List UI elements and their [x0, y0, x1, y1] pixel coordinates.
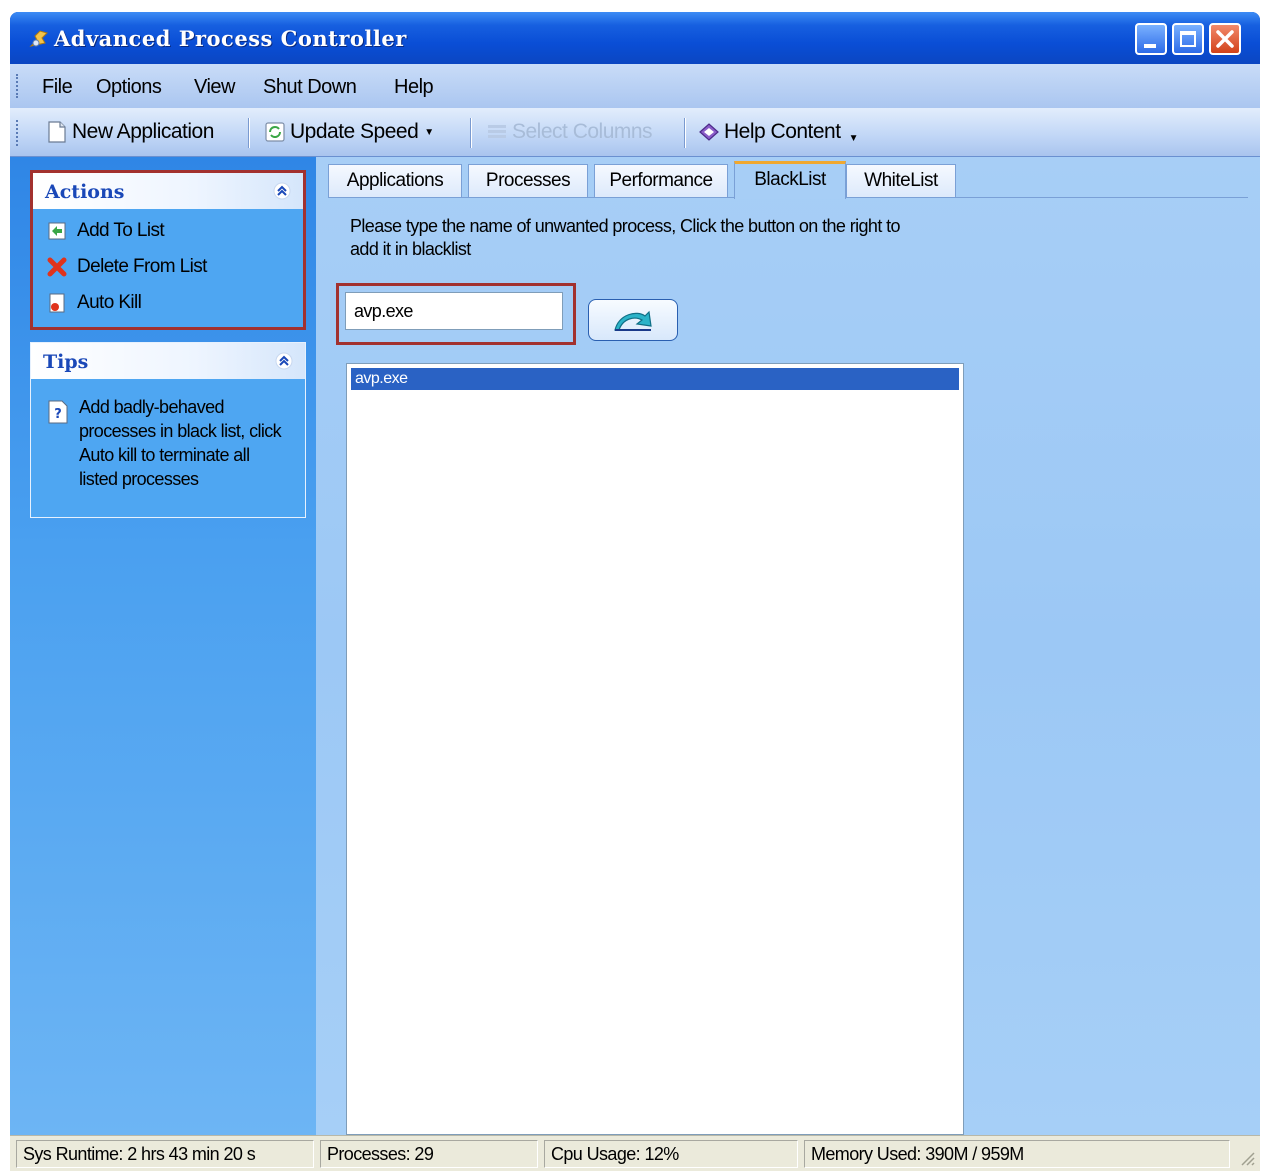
toolbar-grip [16, 120, 22, 146]
add-to-blacklist-button[interactable] [588, 299, 678, 341]
add-to-list-label: Add To List [77, 220, 165, 241]
menu-help[interactable]: Help [394, 76, 434, 99]
menu-file[interactable]: File [42, 76, 73, 99]
menu-bar: File Options View Shut Down Help [10, 64, 1260, 108]
process-name-input[interactable] [345, 292, 563, 330]
help-book-icon [699, 123, 719, 141]
actions-panel-title: Actions [45, 181, 125, 203]
minimize-icon [1144, 44, 1156, 48]
svg-text:?: ? [54, 407, 62, 422]
close-button[interactable] [1209, 23, 1241, 55]
columns-icon [488, 125, 506, 138]
help-content-label: Help Content [724, 120, 841, 143]
status-bar: Sys Runtime: 2 hrs 43 min 20 s Processes… [10, 1135, 1260, 1171]
delete-x-icon [47, 257, 67, 277]
resize-grip-icon[interactable] [1238, 1149, 1256, 1167]
menu-grip [16, 74, 22, 98]
toolbar-overflow-icon: ▼ [848, 132, 859, 144]
auto-kill-action[interactable]: Auto Kill [47, 292, 142, 314]
tips-panel-title: Tips [43, 351, 89, 373]
add-to-list-icon [48, 222, 66, 240]
app-window: Advanced Process Controller File Options… [10, 12, 1260, 1171]
update-speed-button[interactable]: Update Speed ▼ [264, 120, 434, 144]
select-columns-label: Select Columns [512, 120, 653, 143]
auto-kill-label: Auto Kill [77, 292, 142, 313]
window-title: Advanced Process Controller [54, 26, 407, 51]
help-question-icon: ? [48, 400, 68, 424]
add-arrow-icon [614, 310, 652, 331]
list-item[interactable]: avp.exe [351, 368, 959, 390]
status-runtime: Sys Runtime: 2 hrs 43 min 20 s [16, 1140, 314, 1168]
main-content: Applications Processes Performance Black… [316, 157, 1260, 1135]
delete-from-list-action[interactable]: Delete From List [47, 256, 207, 278]
minimize-button[interactable] [1135, 23, 1167, 55]
menu-shut-down[interactable]: Shut Down [263, 76, 357, 99]
input-highlight [336, 283, 576, 345]
toolbar: New Application Update Speed ▼ Select Co… [10, 108, 1260, 157]
tab-processes[interactable]: Processes [468, 164, 588, 198]
delete-from-list-label: Delete From List [77, 256, 207, 277]
auto-kill-icon [49, 293, 65, 313]
tab-applications[interactable]: Applications [328, 164, 462, 198]
tips-body: ? Add badly-behaved processes in black l… [47, 395, 289, 491]
tips-panel-header[interactable]: Tips [31, 343, 305, 379]
status-cpu: Cpu Usage: 12% [544, 1140, 798, 1168]
new-application-button[interactable]: New Application [46, 120, 214, 144]
refresh-icon [265, 122, 285, 142]
menu-view[interactable]: View [194, 76, 236, 99]
collapse-chevron-icon[interactable] [273, 182, 291, 200]
tab-blacklist[interactable]: BlackList [734, 161, 846, 199]
title-bar[interactable]: Advanced Process Controller [10, 12, 1260, 64]
actions-panel: Actions Add To List Delete From List Aut… [30, 170, 306, 330]
update-speed-label: Update Speed [290, 120, 419, 143]
dropdown-arrow-icon: ▼ [424, 126, 434, 138]
close-icon [1216, 30, 1234, 48]
tips-text: Add badly-behaved processes in black lis… [79, 397, 282, 489]
status-processes: Processes: 29 [320, 1140, 538, 1168]
toolbar-separator [684, 118, 686, 148]
maximize-button[interactable] [1172, 23, 1204, 55]
maximize-icon [1180, 31, 1196, 47]
toolbar-separator [248, 118, 250, 148]
tab-strip: Applications Processes Performance Black… [328, 161, 1248, 199]
select-columns-button[interactable]: Select Columns [486, 120, 653, 144]
tab-performance[interactable]: Performance [594, 164, 728, 198]
toolbar-separator [470, 118, 472, 148]
status-memory: Memory Used: 390M / 959M [804, 1140, 1230, 1168]
tips-panel: Tips ? Add badly-behaved processes in bl… [30, 342, 306, 518]
menu-options[interactable]: Options [96, 76, 162, 99]
new-application-label: New Application [72, 120, 214, 143]
tab-whitelist[interactable]: WhiteList [846, 164, 956, 198]
add-to-list-action[interactable]: Add To List [47, 220, 165, 242]
help-content-button[interactable]: Help Content ▼ [698, 120, 859, 144]
blacklist-listbox[interactable]: avp.exe [346, 363, 964, 1135]
actions-panel-header[interactable]: Actions [33, 173, 303, 209]
sidebar: Actions Add To List Delete From List Aut… [10, 157, 316, 1135]
new-document-icon [48, 121, 66, 143]
app-logo-icon [29, 30, 48, 47]
collapse-chevron-icon[interactable] [275, 352, 293, 370]
blacklist-instructions: Please type the name of unwanted process… [350, 216, 901, 259]
